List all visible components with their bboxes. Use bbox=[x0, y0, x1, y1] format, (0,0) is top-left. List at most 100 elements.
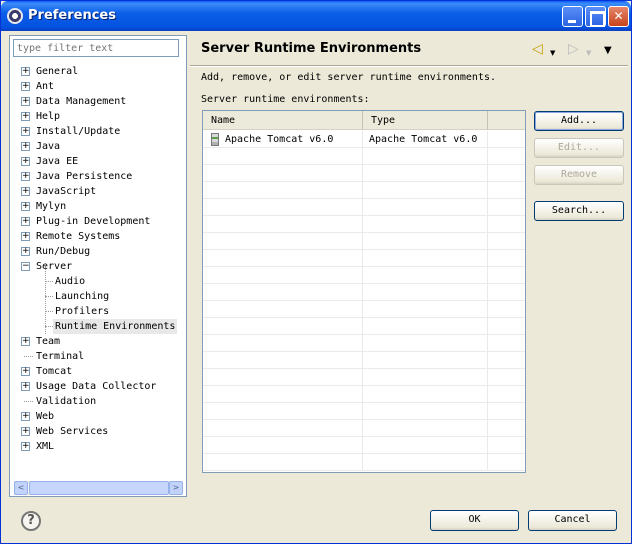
minimize-button[interactable] bbox=[562, 6, 583, 27]
tree-item[interactable]: + Usage Data Collector bbox=[10, 379, 186, 394]
expand-icon[interactable]: + bbox=[21, 427, 30, 436]
tree-item[interactable]: + Team bbox=[10, 334, 186, 349]
maximize-button[interactable] bbox=[585, 6, 606, 27]
expand-icon[interactable]: + bbox=[21, 217, 30, 226]
expand-icon[interactable]: + bbox=[21, 112, 30, 121]
runtime-table[interactable]: Name Type Apache Tomcat v6.0 Apache Tomca… bbox=[202, 110, 526, 473]
tree-item[interactable]: Validation bbox=[10, 394, 186, 409]
empty-table-row bbox=[203, 335, 525, 352]
tree-item[interactable]: + General bbox=[10, 64, 186, 79]
collapse-icon[interactable]: − bbox=[21, 262, 30, 271]
scroll-left-icon[interactable]: < bbox=[14, 481, 28, 495]
expand-icon[interactable]: + bbox=[21, 97, 30, 106]
tree-item[interactable]: + Java Persistence bbox=[10, 169, 186, 184]
tree-item-label: Remote Systems bbox=[36, 231, 121, 242]
tree-item[interactable]: Profilers bbox=[10, 304, 186, 319]
tree-item-label: Java Persistence bbox=[36, 171, 133, 182]
tree-item[interactable]: + Java bbox=[10, 139, 186, 154]
tree-item[interactable]: + Data Management bbox=[10, 94, 186, 109]
expand-icon[interactable]: + bbox=[21, 142, 30, 151]
back-icon[interactable]: ◁ bbox=[532, 41, 543, 57]
tree-item[interactable]: + Tomcat bbox=[10, 364, 186, 379]
tree-item[interactable]: − Server bbox=[10, 259, 186, 274]
tree-item[interactable]: + Web Services bbox=[10, 424, 186, 439]
expand-icon[interactable]: + bbox=[21, 187, 30, 196]
tree-item[interactable]: Terminal bbox=[10, 349, 186, 364]
tree-item[interactable]: + Remote Systems bbox=[10, 229, 186, 244]
runtime-type: Apache Tomcat v6.0 bbox=[369, 134, 478, 145]
tree-item-label: Team bbox=[36, 336, 61, 347]
page-header: Server Runtime Environments ◁ ▼ ▷ ▼ ▼ bbox=[190, 35, 628, 65]
cell-type bbox=[363, 335, 488, 352]
tree-item[interactable]: + Plug-in Development bbox=[10, 214, 186, 229]
help-icon[interactable]: ? bbox=[21, 511, 41, 531]
cell-type bbox=[363, 250, 488, 267]
table-row[interactable]: Apache Tomcat v6.0 Apache Tomcat v6.0 bbox=[203, 131, 525, 148]
expand-icon[interactable]: + bbox=[21, 127, 30, 136]
expand-icon[interactable]: + bbox=[21, 232, 30, 241]
tree-item[interactable]: + Java EE bbox=[10, 154, 186, 169]
view-menu-icon[interactable]: ▼ bbox=[604, 43, 612, 59]
expand-icon[interactable]: + bbox=[21, 367, 30, 376]
tree-item[interactable]: + XML bbox=[10, 439, 186, 454]
add-button[interactable]: Add... bbox=[534, 111, 624, 131]
tree-item[interactable]: + Help bbox=[10, 109, 186, 124]
empty-table-row bbox=[203, 454, 525, 471]
eclipse-icon bbox=[7, 8, 23, 24]
tree-item[interactable]: Launching bbox=[10, 289, 186, 304]
column-header-name[interactable]: Name bbox=[203, 111, 363, 130]
tree-item[interactable]: + Ant bbox=[10, 79, 186, 94]
cell-type: Apache Tomcat v6.0 bbox=[363, 131, 488, 148]
empty-table-row bbox=[203, 403, 525, 420]
expand-icon[interactable]: + bbox=[21, 412, 30, 421]
scrollbar-thumb[interactable] bbox=[29, 481, 169, 495]
cell-type bbox=[363, 369, 488, 386]
tree-item-label: Ant bbox=[36, 81, 55, 92]
back-menu-icon[interactable]: ▼ bbox=[550, 45, 555, 61]
cell-name bbox=[203, 216, 363, 233]
cell-name bbox=[203, 250, 363, 267]
tree-item-label: Runtime Environments bbox=[53, 319, 178, 334]
empty-table-row bbox=[203, 420, 525, 437]
expand-icon[interactable]: + bbox=[21, 337, 30, 346]
runtime-name: Apache Tomcat v6.0 bbox=[225, 134, 334, 145]
expand-icon[interactable]: + bbox=[21, 172, 30, 181]
minimize-icon bbox=[563, 7, 582, 26]
ok-button[interactable]: OK bbox=[430, 510, 519, 531]
expand-icon[interactable]: + bbox=[21, 67, 30, 76]
remove-button[interactable]: Remove bbox=[534, 165, 624, 185]
scroll-right-icon[interactable]: > bbox=[169, 481, 183, 495]
column-header-type[interactable]: Type bbox=[363, 111, 488, 130]
expand-icon[interactable]: + bbox=[21, 157, 30, 166]
tree-item-label: Launching bbox=[55, 291, 110, 302]
tree-item[interactable]: + JavaScript bbox=[10, 184, 186, 199]
empty-table-row bbox=[203, 199, 525, 216]
tree-item[interactable]: + Install/Update bbox=[10, 124, 186, 139]
expand-icon[interactable]: + bbox=[21, 442, 30, 451]
edit-button[interactable]: Edit... bbox=[534, 138, 624, 158]
cancel-button[interactable]: Cancel bbox=[528, 510, 617, 531]
tree-item[interactable]: + Run/Debug bbox=[10, 244, 186, 259]
cell-name: Apache Tomcat v6.0 bbox=[203, 131, 363, 148]
cell-name bbox=[203, 403, 363, 420]
cell-type bbox=[363, 403, 488, 420]
expand-icon[interactable]: + bbox=[21, 82, 30, 91]
tree-item[interactable]: Runtime Environments bbox=[10, 319, 186, 334]
tree-item[interactable]: Audio bbox=[10, 274, 186, 289]
cell-name bbox=[203, 437, 363, 454]
cell-name bbox=[203, 199, 363, 216]
filter-input[interactable] bbox=[13, 39, 179, 57]
close-button[interactable]: ✕ bbox=[608, 6, 629, 27]
empty-table-row bbox=[203, 233, 525, 250]
tree-item[interactable]: + Mylyn bbox=[10, 199, 186, 214]
cell-name bbox=[203, 284, 363, 301]
expand-icon[interactable]: + bbox=[21, 247, 30, 256]
tree-item[interactable]: + Web bbox=[10, 409, 186, 424]
expand-icon[interactable]: + bbox=[21, 202, 30, 211]
preferences-tree-panel: + General + Ant + Data Management + Help + Instal… bbox=[9, 35, 187, 497]
cell-name bbox=[203, 182, 363, 199]
expand-icon[interactable]: + bbox=[21, 382, 30, 391]
tree-horizontal-scrollbar[interactable]: < > bbox=[14, 481, 183, 495]
search-button[interactable]: Search... bbox=[534, 201, 624, 221]
title-bar[interactable]: Preferences ✕ bbox=[1, 1, 631, 31]
